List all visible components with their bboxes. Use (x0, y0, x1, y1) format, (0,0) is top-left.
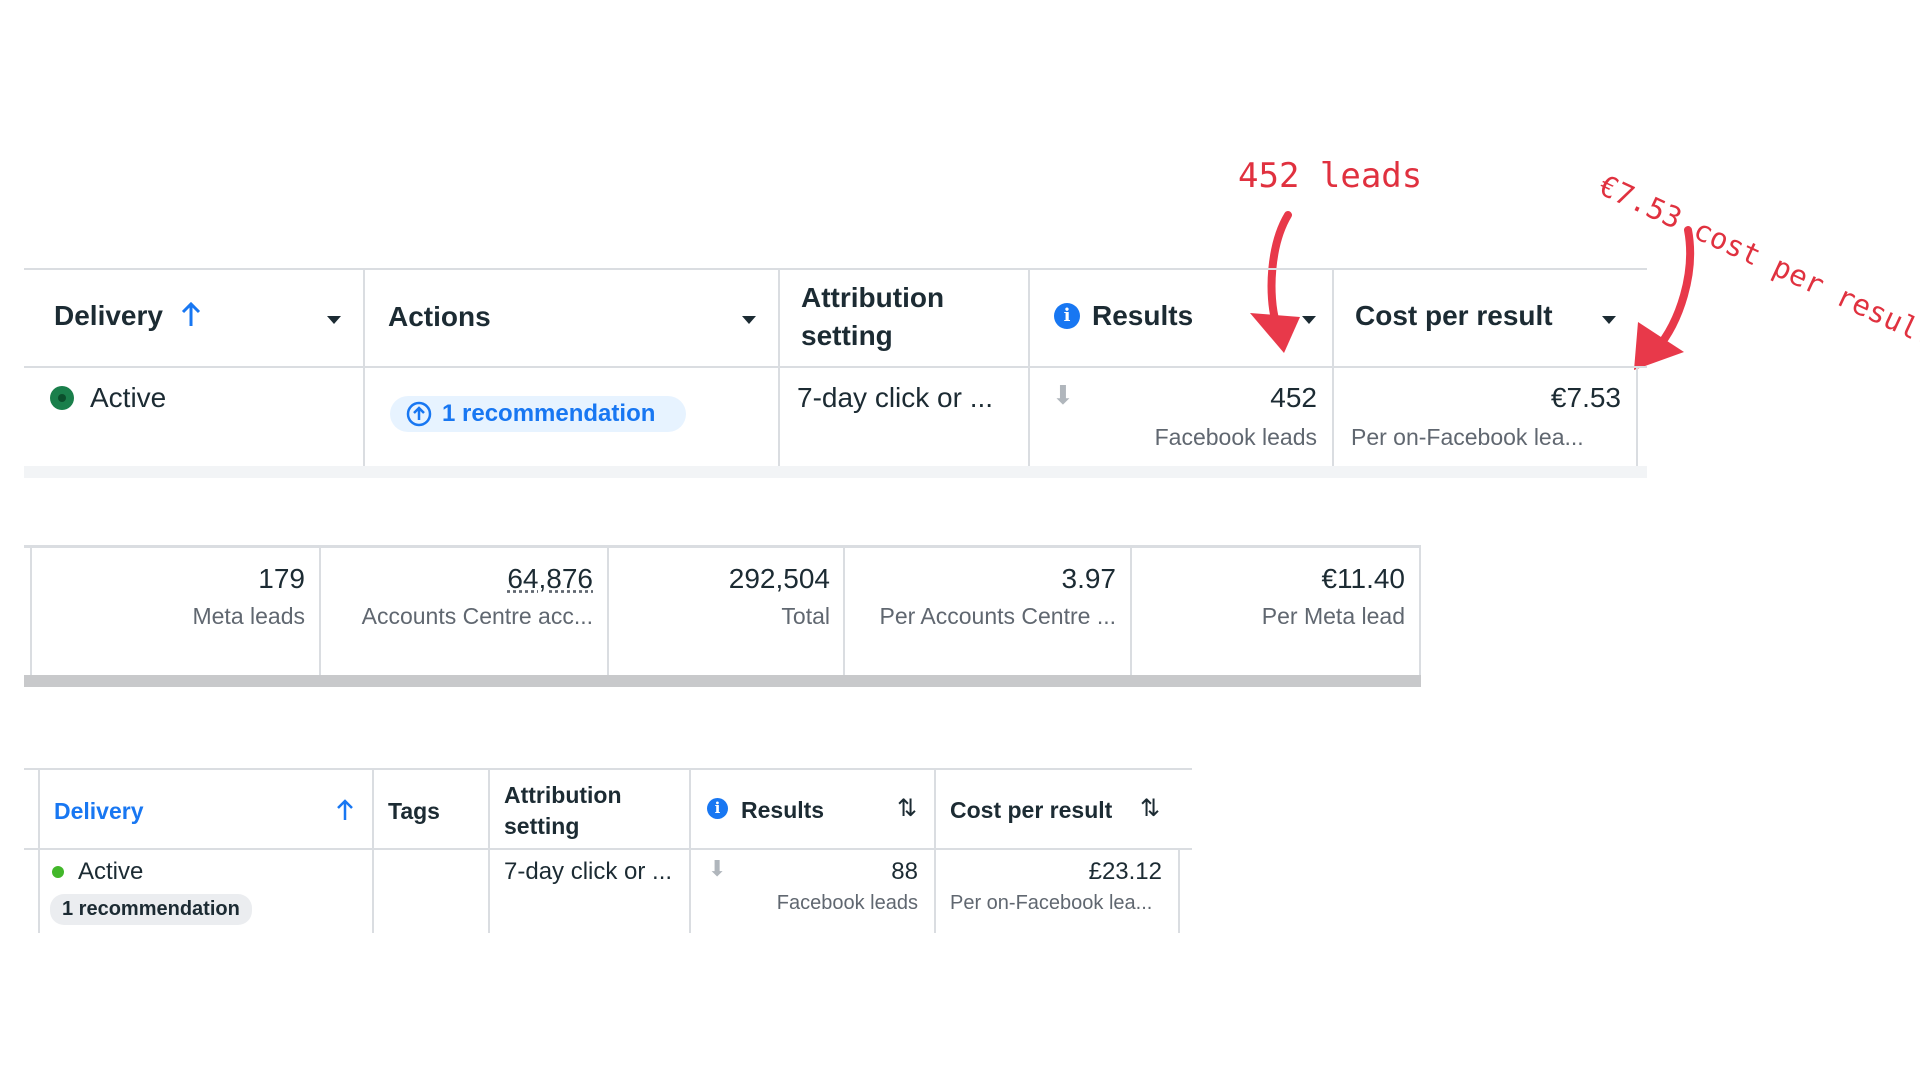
column-header-delivery-label: Delivery (54, 300, 163, 331)
table-row[interactable]: Active 1 recommendation 7-day click or .… (24, 368, 1647, 478)
sort-icon[interactable]: ⇅ (897, 794, 917, 823)
delivery-status: Active (78, 858, 144, 885)
column-header-actions[interactable]: Actions (365, 268, 778, 368)
status-dot-icon (52, 866, 64, 878)
metric-label: Total (781, 603, 830, 629)
metric-cell-meta-leads[interactable]: 179 Meta leads (32, 545, 319, 675)
column-header-tags-label: Tags (388, 798, 440, 824)
sort-ascending-icon[interactable] (336, 798, 354, 822)
chevron-down-icon[interactable] (1602, 316, 1616, 324)
results-value: 88 (891, 858, 918, 885)
results-label: Facebook leads (776, 892, 918, 914)
info-icon[interactable]: i (1054, 303, 1080, 329)
cost-value: £23.12 (1088, 858, 1162, 885)
column-header-cost-label: Cost per result (950, 797, 1113, 823)
attribution-value: 7-day click or ... (504, 858, 673, 885)
table-row[interactable]: Active 1 recommendation 7-day click or .… (24, 850, 1192, 933)
chevron-down-icon[interactable] (742, 316, 756, 324)
chevron-down-icon[interactable] (327, 316, 341, 324)
annotation-leads-text: 452 leads (1238, 156, 1423, 196)
download-icon[interactable]: ⬇ (708, 856, 726, 882)
column-header-results[interactable]: i Results (1030, 268, 1332, 368)
column-header-results-label: Results (741, 797, 825, 823)
horizontal-scrollbar[interactable] (24, 675, 1421, 687)
metric-value: 292,504 (728, 563, 830, 594)
cost-value: €7.53 (1550, 382, 1621, 413)
metric-label: Accounts Centre acc... (361, 603, 593, 629)
column-header-results[interactable]: i Results ⇅ (691, 770, 934, 848)
metric-value: €11.40 (1321, 563, 1405, 594)
results-label: Facebook leads (1154, 424, 1317, 450)
delivery-status: Active (90, 382, 167, 413)
column-header-actions-label: Actions (388, 301, 491, 332)
metric-label: Per Meta lead (1261, 603, 1405, 629)
metric-cell-total[interactable]: 292,504 Total (609, 545, 843, 675)
column-header-attribution-label-line2: setting (801, 320, 893, 351)
column-header-attribution-label-line2: setting (504, 813, 580, 839)
recommendation-label: 1 recommendation (442, 400, 656, 427)
metric-value: 64,876 (507, 563, 593, 594)
column-header-delivery-label: Delivery (54, 798, 144, 824)
column-header-delivery[interactable]: Delivery (40, 770, 372, 848)
arrow-up-circle-icon (406, 401, 432, 427)
metric-label: Meta leads (192, 603, 305, 629)
attribution-value: 7-day click or ... (797, 382, 994, 413)
chevron-down-icon[interactable] (1302, 316, 1316, 324)
cost-label: Per on-Facebook lea... (950, 892, 1153, 914)
column-header-attribution-label-line1: Attribution (801, 282, 945, 313)
column-header-tags[interactable]: Tags (374, 770, 488, 848)
recommendation-badge[interactable]: 1 recommendation (390, 396, 686, 432)
metric-cell-per-meta-lead[interactable]: €11.40 Per Meta lead (1132, 545, 1419, 675)
metric-label: Per Accounts Centre ... (879, 603, 1116, 629)
results-table-small: Delivery Tags Attribution setting i Resu… (24, 768, 1192, 933)
cost-label: Per on-Facebook lea... (1351, 424, 1584, 450)
column-header-attribution-label-line1: Attribution (504, 782, 622, 808)
results-value: 452 (1270, 382, 1317, 413)
metric-value: 179 (258, 563, 305, 594)
results-table-large: Delivery Actions Attribution setting i R… (24, 268, 1647, 478)
info-icon[interactable]: i (707, 798, 728, 819)
metric-cell-per-accounts-centre[interactable]: 3.97 Per Accounts Centre ... (845, 545, 1130, 675)
metric-cell-accounts-centre[interactable]: 64,876 Accounts Centre acc... (321, 545, 607, 675)
column-header-results-label: Results (1092, 300, 1194, 331)
metric-value: 3.97 (1061, 563, 1117, 594)
column-header-attribution[interactable]: Attribution setting (780, 268, 1028, 368)
column-header-delivery[interactable]: Delivery (24, 268, 363, 368)
column-header-cost-label: Cost per result (1355, 300, 1553, 331)
sort-ascending-icon[interactable] (180, 300, 202, 328)
recommendation-badge[interactable]: 1 recommendation (50, 894, 252, 925)
sort-icon[interactable]: ⇅ (1140, 794, 1160, 823)
column-header-cost-per-result[interactable]: Cost per result (1334, 268, 1636, 368)
column-header-attribution[interactable]: Attribution setting (490, 770, 689, 848)
metrics-summary-table: 179 Meta leads 64,876 Accounts Centre ac… (24, 545, 1421, 690)
download-icon[interactable]: ⬇ (1052, 380, 1074, 411)
column-header-cost-per-result[interactable]: Cost per result ⇅ (936, 770, 1178, 848)
